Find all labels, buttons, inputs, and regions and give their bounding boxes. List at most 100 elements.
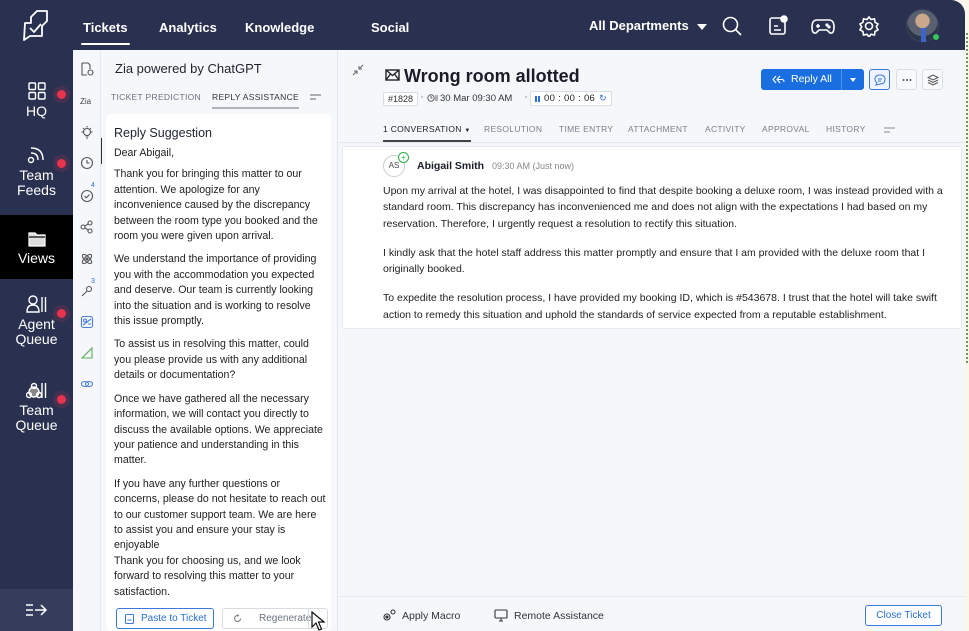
reply-paragraph: Once we have gathered all the necessary … xyxy=(114,392,323,467)
add-contact-icon[interactable]: + xyxy=(398,152,409,163)
message-paragraph: I kindly ask that the hotel staff addres… xyxy=(383,246,926,276)
sidebar-item-label: Views xyxy=(17,250,56,266)
tab-conversation[interactable]: 1 CONVERSATION ▼ xyxy=(383,124,471,142)
sidebar-item-hq[interactable]: HQ xyxy=(0,82,73,119)
ticket-date-text: 30 Mar 09:30 AM xyxy=(440,93,513,104)
layers-icon xyxy=(927,74,939,86)
tab-activity[interactable]: ACTIVITY xyxy=(705,124,746,134)
history-icon[interactable] xyxy=(80,156,94,170)
app-window: Tickets Analytics Knowledge Base Social … xyxy=(0,0,965,631)
close-ticket-button[interactable]: Close Ticket xyxy=(865,605,942,626)
notification-badge xyxy=(57,395,66,404)
reply-paragraph: Thank you for bringing this matter to ou… xyxy=(114,168,318,243)
expand-menu-button[interactable] xyxy=(0,589,73,631)
conversation-thread: AS + Abigail Smith 09:30 AM (Just now) U… xyxy=(342,146,962,329)
message-paragraph: To expedite the resolution process, I ha… xyxy=(383,292,937,321)
desk-logo-icon[interactable] xyxy=(22,9,50,41)
email-icon xyxy=(385,69,400,81)
paste-to-ticket-button[interactable]: Paste to Ticket xyxy=(116,608,214,629)
comment-button[interactable] xyxy=(869,69,890,90)
check-circle-icon[interactable] xyxy=(80,189,94,203)
ticket-detail-panel: Wrong room allotted #1828 30 Mar 09:30 A… xyxy=(339,50,965,631)
notification-badge xyxy=(57,309,66,318)
contact-card-icon[interactable] xyxy=(80,315,94,329)
ticket-title: Wrong room allotted xyxy=(385,66,580,87)
link-icon[interactable] xyxy=(80,377,94,391)
timer-value: 00 : 00 : 06 xyxy=(544,93,596,104)
sidebar-item-team-queue[interactable]: Team Queue xyxy=(0,381,73,433)
pause-icon[interactable] xyxy=(535,96,540,102)
pin-icon[interactable] xyxy=(80,284,94,298)
nav-social[interactable]: Social xyxy=(371,0,409,50)
zia-tabs: TICKET PREDICTION REPLY ASSISTANCE xyxy=(102,87,338,111)
department-selector[interactable]: All Departments xyxy=(589,18,707,33)
bulb-icon[interactable] xyxy=(80,125,94,139)
tab-approval[interactable]: APPROVAL xyxy=(762,124,810,134)
sidebar-item-team-feeds[interactable]: Team Feeds xyxy=(0,146,73,198)
notes-icon[interactable] xyxy=(767,15,789,37)
caret-down-icon: ▼ xyxy=(464,128,471,134)
online-status-indicator xyxy=(932,33,940,41)
reply-paragraph: We understand the importance of providin… xyxy=(114,253,317,328)
rail-count-badge: 3 xyxy=(91,278,95,285)
user-avatar[interactable] xyxy=(906,9,940,42)
reply-options-dropdown-icon[interactable] xyxy=(850,78,856,82)
search-icon[interactable] xyxy=(721,15,743,37)
collapse-icon[interactable] xyxy=(352,64,364,76)
remote-assistance-label: Remote Assistance xyxy=(514,610,604,622)
sidebar-item-views[interactable]: Views xyxy=(0,215,73,279)
department-label: All Departments xyxy=(589,18,689,33)
ticket-date: 30 Mar 09:30 AM xyxy=(427,93,512,104)
zia-panel-title: Zia powered by ChatGPT xyxy=(115,61,262,76)
more-options-button[interactable] xyxy=(896,69,917,90)
reply-suggestion-heading: Reply Suggestion xyxy=(114,126,212,140)
pencil-ruler-icon[interactable] xyxy=(80,346,94,360)
share-icon[interactable] xyxy=(80,220,94,234)
chevron-down-icon xyxy=(696,23,707,30)
notification-badge xyxy=(57,90,66,99)
nav-knowledge-base[interactable]: Knowledge Base xyxy=(245,0,314,90)
more-tabs-icon[interactable] xyxy=(884,127,895,133)
ticket-properties-icon[interactable] xyxy=(80,62,94,76)
more-tabs-icon[interactable] xyxy=(310,94,321,100)
gamepad-icon[interactable] xyxy=(811,15,835,37)
tab-attachment[interactable]: ATTACHMENT xyxy=(628,124,688,134)
atom-icon[interactable] xyxy=(80,252,94,266)
tab-resolution[interactable]: RESOLUTION xyxy=(484,124,542,134)
reply-all-label: Reply All xyxy=(791,73,832,85)
tab-ticket-prediction[interactable]: TICKET PREDICTION xyxy=(111,92,201,102)
message-paragraph: Upon my arrival at the hotel, I was disa… xyxy=(383,185,943,230)
decorative-border xyxy=(966,33,968,363)
sidebar-item-label: Team Queue xyxy=(15,402,58,433)
sender-name[interactable]: Abigail Smith xyxy=(417,160,484,172)
grid-icon xyxy=(27,82,46,100)
reset-timer-icon[interactable]: ↻ xyxy=(599,92,607,105)
paste-to-ticket-label: Paste to Ticket xyxy=(141,613,207,624)
comment-icon xyxy=(874,74,886,86)
nav-analytics[interactable]: Analytics xyxy=(159,0,217,50)
feeds-icon xyxy=(27,147,44,164)
nav-tickets[interactable]: Tickets xyxy=(81,0,130,50)
due-date-icon xyxy=(427,94,438,102)
zia-icon[interactable]: Zia xyxy=(80,95,94,109)
sidebar-item-agent-queue[interactable]: Agent Queue xyxy=(0,295,73,347)
ticket-id[interactable]: #1828 xyxy=(383,92,419,106)
tab-reply-assistance[interactable]: REPLY ASSISTANCE xyxy=(212,92,299,109)
layers-button[interactable] xyxy=(922,69,943,90)
ticket-title-text: Wrong room allotted xyxy=(404,66,580,86)
document-icon xyxy=(125,614,134,624)
reply-suggestion-card: Reply Suggestion Dear Abigail, Thank you… xyxy=(106,114,331,631)
ticket-timer: 00 : 00 : 06 ↻ xyxy=(530,91,612,106)
regenerate-label: Regenerate xyxy=(259,613,312,624)
tab-time-entry[interactable]: TIME ENTRY xyxy=(559,124,613,134)
sidebar-item-label: Team Feeds xyxy=(17,167,56,198)
message-body: Upon my arrival at the hotel, I was disa… xyxy=(383,183,948,336)
tab-history[interactable]: HISTORY xyxy=(826,124,866,134)
sidebar-item-label: Agent Queue xyxy=(15,316,58,347)
mouse-cursor-icon xyxy=(311,611,325,631)
remote-assistance-button[interactable]: Remote Assistance xyxy=(494,609,604,622)
reply-all-button[interactable]: Reply All xyxy=(761,69,864,90)
gear-icon[interactable] xyxy=(858,15,880,37)
apply-macro-button[interactable]: Apply Macro xyxy=(383,609,460,622)
reply-paragraph: Thank you for choosing us, and we look f… xyxy=(114,554,301,598)
